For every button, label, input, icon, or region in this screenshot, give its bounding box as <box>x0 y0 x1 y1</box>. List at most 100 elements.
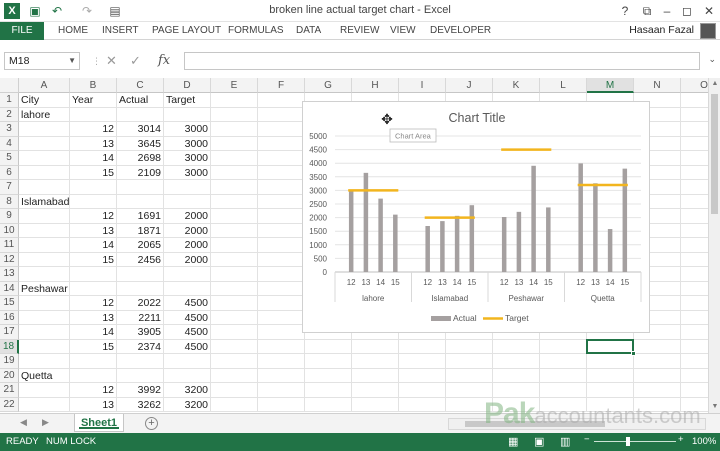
cell-l21[interactable] <box>540 383 587 398</box>
cell-d19[interactable] <box>164 354 211 369</box>
cell-n18[interactable] <box>634 339 681 354</box>
row-header-16[interactable]: 16 <box>0 310 19 325</box>
tab-developer[interactable]: DEVELOPER <box>430 22 491 40</box>
cell-value-d22[interactable]: 3200 <box>164 398 211 413</box>
cell-n21[interactable] <box>634 383 681 398</box>
cell-d13[interactable] <box>164 267 211 282</box>
cell-c7[interactable] <box>117 180 164 195</box>
row-header-13[interactable]: 13 <box>0 267 19 282</box>
more-options-icon[interactable]: ⋮ <box>92 52 101 70</box>
cell-e7[interactable] <box>211 180 258 195</box>
cell-value-b9[interactable]: 12 <box>70 209 117 224</box>
row-header-21[interactable]: 21 <box>0 383 19 398</box>
cell-o15[interactable] <box>681 296 708 311</box>
enter-check-icon[interactable]: ✓ <box>130 52 141 70</box>
zoom-slider-knob[interactable] <box>626 437 630 446</box>
cell-l19[interactable] <box>540 354 587 369</box>
row-header-15[interactable]: 15 <box>0 296 19 311</box>
cell-h22[interactable] <box>352 397 399 412</box>
cell-j19[interactable] <box>446 354 493 369</box>
user-name[interactable]: Hasaan Fazal <box>629 24 694 36</box>
cell-c19[interactable] <box>117 354 164 369</box>
cell-e10[interactable] <box>211 223 258 238</box>
cell-value-a14[interactable]: Peshawar <box>19 282 70 297</box>
row-header-12[interactable]: 12 <box>0 252 19 267</box>
cell-a9[interactable] <box>19 209 70 224</box>
cell-f19[interactable] <box>258 354 305 369</box>
cell-e16[interactable] <box>211 310 258 325</box>
row-header-22[interactable]: 22 <box>0 397 19 412</box>
cell-value-d11[interactable]: 2000 <box>164 238 211 253</box>
cell-a4[interactable] <box>19 136 70 151</box>
cell-value-d17[interactable]: 4500 <box>164 325 211 340</box>
fill-handle[interactable] <box>631 351 636 356</box>
cell-e2[interactable] <box>211 107 258 122</box>
cell-g22[interactable] <box>305 397 352 412</box>
cell-a6[interactable] <box>19 165 70 180</box>
chart-area[interactable]: Chart Title 0 500 1000 1500 2000 2500 3000 3500 4… <box>302 101 650 333</box>
tab-formulas[interactable]: FORMULAS <box>228 22 284 40</box>
cell-l20[interactable] <box>540 368 587 383</box>
page-layout-view-icon[interactable]: ▣ <box>534 435 544 448</box>
cell-value-b4[interactable]: 13 <box>70 137 117 152</box>
cell-c2[interactable] <box>117 107 164 122</box>
column-header-a[interactable]: A <box>19 78 70 93</box>
cell-e9[interactable] <box>211 209 258 224</box>
cell-value-b3[interactable]: 12 <box>70 122 117 137</box>
expand-formula-bar-icon[interactable]: ⌄ <box>708 54 716 65</box>
cell-k20[interactable] <box>493 368 540 383</box>
cell-a13[interactable] <box>19 267 70 282</box>
cell-f20[interactable] <box>258 368 305 383</box>
row-header-17[interactable]: 17 <box>0 325 19 340</box>
cell-f7[interactable] <box>258 180 305 195</box>
restore-button[interactable]: ◻ <box>676 2 698 20</box>
cell-f16[interactable] <box>258 310 305 325</box>
cell-m21[interactable] <box>587 383 634 398</box>
page-break-view-icon[interactable]: ▥ <box>560 435 570 448</box>
cell-e14[interactable] <box>211 281 258 296</box>
cell-value-b16[interactable]: 13 <box>70 311 117 326</box>
cell-value-b5[interactable]: 14 <box>70 151 117 166</box>
cell-f12[interactable] <box>258 252 305 267</box>
cell-value-c15[interactable]: 2022 <box>117 296 164 311</box>
cell-e4[interactable] <box>211 136 258 151</box>
cell-h20[interactable] <box>352 368 399 383</box>
cell-f5[interactable] <box>258 151 305 166</box>
close-button[interactable]: ✕ <box>698 2 720 20</box>
row-header-1[interactable]: 1 <box>0 93 19 108</box>
cell-value-c17[interactable]: 3905 <box>117 325 164 340</box>
zoom-out-icon[interactable]: − <box>584 434 590 445</box>
cell-o14[interactable] <box>681 282 708 296</box>
cell-f3[interactable] <box>258 122 305 137</box>
cell-a5[interactable] <box>19 151 70 166</box>
vertical-scrollbar[interactable]: ▲ ▼ <box>708 78 720 413</box>
column-header-o[interactable]: O <box>681 78 708 93</box>
tab-file[interactable]: FILE <box>0 22 44 40</box>
cell-e13[interactable] <box>211 267 258 282</box>
cell-o13[interactable] <box>681 267 708 282</box>
column-header-i[interactable]: I <box>399 78 446 93</box>
cell-i22[interactable] <box>399 397 446 412</box>
column-header-n[interactable]: N <box>634 78 681 93</box>
column-header-h[interactable]: H <box>352 78 399 93</box>
cell-g20[interactable] <box>305 368 352 383</box>
cell-value-b10[interactable]: 13 <box>70 224 117 239</box>
cell-value-c4[interactable]: 3645 <box>117 137 164 152</box>
cell-a3[interactable] <box>19 122 70 137</box>
cell-m19[interactable] <box>587 354 634 369</box>
cell-d2[interactable] <box>164 107 211 122</box>
cell-c20[interactable] <box>117 368 164 383</box>
cell-l18[interactable] <box>540 339 587 354</box>
cell-value-d1[interactable]: Target <box>164 93 211 108</box>
tab-insert[interactable]: INSERT <box>102 22 139 40</box>
cell-d14[interactable] <box>164 281 211 296</box>
zoom-slider-track[interactable] <box>594 441 676 442</box>
column-header-f[interactable]: F <box>258 78 305 93</box>
cell-value-b17[interactable]: 14 <box>70 325 117 340</box>
cell-a19[interactable] <box>19 354 70 369</box>
cell-o18[interactable] <box>681 340 708 354</box>
cell-o9[interactable] <box>681 209 708 224</box>
minimize-button[interactable]: – <box>656 2 678 20</box>
cell-b20[interactable] <box>70 368 117 383</box>
zoom-in-icon[interactable]: + <box>678 434 684 445</box>
